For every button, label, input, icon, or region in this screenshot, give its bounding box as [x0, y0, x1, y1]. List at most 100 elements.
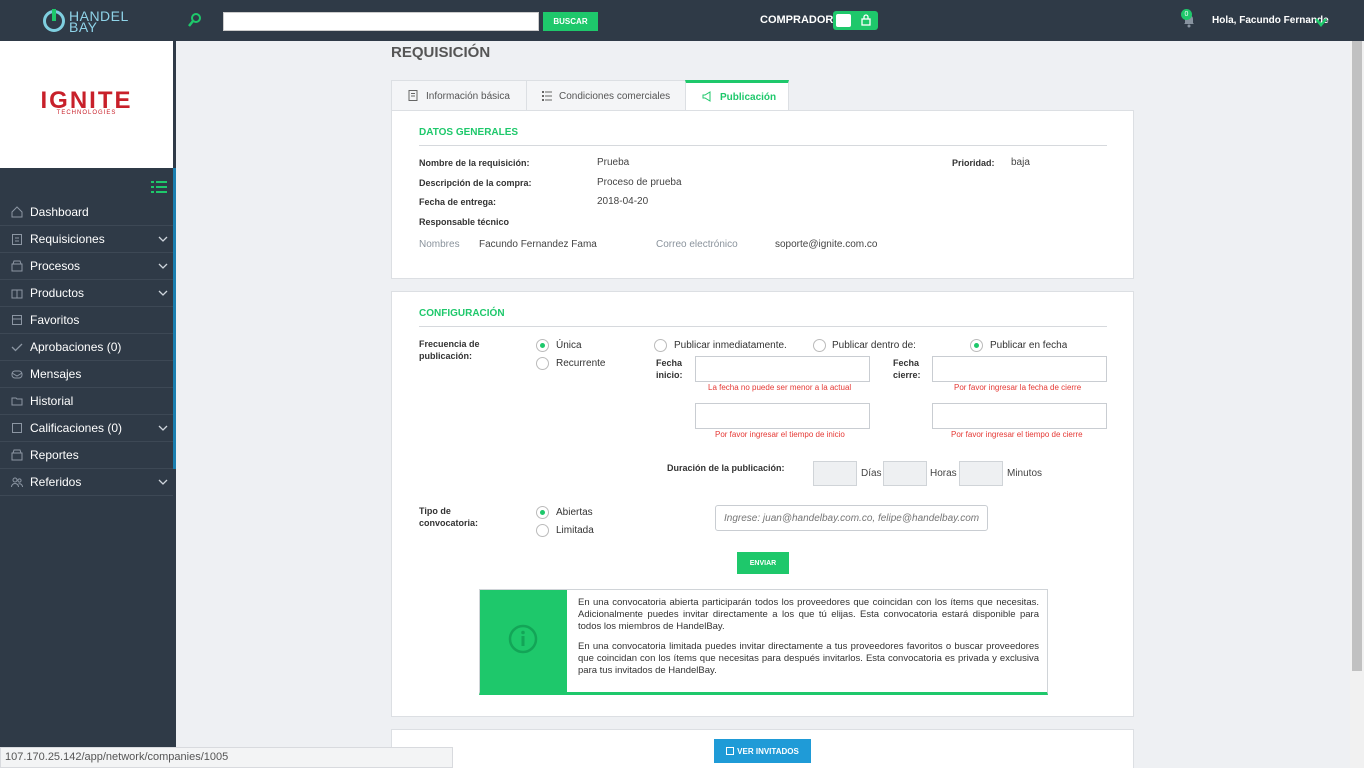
sidebar-item-historial[interactable]: Historial — [0, 388, 173, 415]
start-time-error: Por favor ingresar el tiempo de inicio — [715, 430, 845, 439]
mail-icon — [11, 370, 23, 379]
end-date-input[interactable] — [932, 356, 1107, 382]
frequency-recurrente-label: Recurrente — [556, 358, 606, 369]
duration-hours-input[interactable] — [883, 461, 927, 486]
duration-days-input[interactable] — [813, 461, 857, 486]
delivery-date-label: Fecha de entrega: — [419, 197, 497, 207]
divider — [419, 145, 1107, 146]
tab-label: Publicación — [720, 92, 777, 103]
info-box-sidebar — [480, 590, 567, 693]
sidebar-item-reportes[interactable]: Reportes — [0, 442, 173, 469]
publish-on-date-radio[interactable] — [970, 339, 983, 352]
divider — [419, 326, 1107, 327]
invited-card: VER INVITADOS — [391, 729, 1134, 768]
chevron-down-icon[interactable] — [158, 235, 168, 243]
sidebar-item-productos[interactable]: Productos — [0, 280, 173, 307]
menu-toggle-icon[interactable] — [151, 180, 167, 194]
sidebar-accent-bar — [173, 168, 176, 469]
send-button[interactable]: ENVIAR — [737, 552, 789, 574]
tab-label: Información básica — [426, 91, 510, 102]
end-time-input[interactable] — [932, 403, 1107, 429]
users-icon — [11, 477, 23, 488]
sidebar-item-label: Calificaciones (0) — [30, 421, 123, 435]
check-icon — [11, 343, 23, 352]
chevron-down-icon[interactable] — [158, 262, 168, 270]
general-data-card: DATOS GENERALES Nombre de la requisición… — [391, 110, 1134, 279]
megaphone-icon — [702, 91, 711, 102]
publish-within-radio[interactable] — [813, 339, 826, 352]
end-date-label-line2: cierre: — [893, 370, 921, 380]
duration-minutes-input[interactable] — [959, 461, 1003, 486]
duration-label: Duración de la publicación: — [667, 463, 785, 473]
sidebar-item-favoritos[interactable]: Favoritos — [0, 307, 173, 334]
sidebar-item-procesos[interactable]: Procesos — [0, 253, 173, 280]
call-type-limitada-radio[interactable] — [536, 524, 549, 537]
notifications-button[interactable]: 0 — [1181, 9, 1197, 28]
frequency-recurrente-radio[interactable] — [536, 357, 549, 370]
call-type-label-line1: Tipo de — [419, 506, 451, 516]
sidebar-item-requisiciones[interactable]: Requisiciones — [0, 226, 173, 253]
description-value: Proceso de prueba — [597, 177, 682, 188]
start-date-label-line2: inicio: — [656, 370, 683, 380]
logo-mark-icon — [43, 9, 65, 32]
tab-label: Condiciones comerciales — [559, 91, 671, 102]
names-label: Nombres — [419, 239, 460, 250]
sidebar-item-label: Procesos — [30, 259, 81, 273]
tab-publicacion[interactable]: Publicación — [685, 80, 789, 111]
report-icon — [11, 449, 23, 461]
buyer-mode-toggle[interactable] — [833, 11, 878, 30]
sidebar: IGNITE TECHNOLOGIES Dashboard Requisicion… — [0, 41, 176, 768]
sidebar-item-mensajes[interactable]: Mensajes — [0, 361, 173, 388]
publish-immediately-radio[interactable] — [654, 339, 667, 352]
publish-immediately-label: Publicar inmediatamente. — [674, 340, 787, 351]
sidebar-item-label: Requisiciones — [30, 232, 105, 246]
scrollbar[interactable] — [1350, 41, 1364, 768]
frequency-unica-radio[interactable] — [536, 339, 549, 352]
call-type-limitada-label: Limitada — [556, 525, 594, 536]
chevron-down-icon[interactable] — [1315, 17, 1327, 27]
invite-emails-input[interactable] — [715, 505, 988, 531]
mode-label: COMPRADOR — [760, 14, 834, 26]
scrollbar-thumb[interactable] — [1352, 41, 1362, 671]
info-open-call-text: En una convocatoria abierta participarán… — [578, 597, 1039, 632]
sidebar-item-label: Mensajes — [30, 367, 82, 381]
requisition-name-label: Nombre de la requisición: — [419, 158, 530, 168]
sidebar-item-dashboard[interactable]: Dashboard — [0, 199, 173, 226]
top-bar: HANDEL BAY BUSCAR COMPRADOR 0 Hola, Facu… — [0, 0, 1364, 41]
sidebar-item-label: Historial — [30, 394, 74, 408]
info-box: En una convocatoria abierta participarán… — [479, 589, 1048, 695]
search-input[interactable] — [223, 12, 539, 31]
list-icon — [542, 91, 552, 101]
package-icon — [11, 289, 23, 299]
user-greeting[interactable]: Hola, Facundo Fernande — [1212, 15, 1329, 26]
chevron-down-icon[interactable] — [158, 424, 168, 432]
view-invited-label: VER INVITADOS — [737, 746, 799, 756]
sidebar-item-calificaciones[interactable]: Calificaciones (0) — [0, 415, 173, 442]
sidebar-menu: Dashboard Requisiciones Procesos Productos F… — [0, 199, 173, 496]
tab-condiciones-comerciales[interactable]: Condiciones comerciales — [526, 80, 686, 111]
frequency-label-line1: Frecuencia de — [419, 339, 480, 349]
chevron-down-icon[interactable] — [158, 289, 168, 297]
hours-label: Horas — [930, 468, 957, 479]
chevron-down-icon[interactable] — [158, 478, 168, 486]
start-date-error: La fecha no puede ser menor a la actual — [708, 383, 852, 392]
days-label: Días — [861, 468, 882, 479]
search-icon[interactable] — [187, 12, 203, 28]
logo-text-line2: BAY — [69, 19, 98, 35]
tab-informacion-basica[interactable]: Información básica — [391, 80, 527, 111]
status-url-bar: 107.170.25.142/app/network/companies/100… — [0, 747, 453, 768]
end-date-label-line1: Fecha — [893, 358, 920, 368]
call-type-abiertas-radio[interactable] — [536, 506, 549, 519]
handelbay-logo[interactable]: HANDEL BAY — [43, 8, 143, 35]
start-date-input[interactable] — [695, 356, 870, 382]
search-button[interactable]: BUSCAR — [543, 12, 598, 31]
priority-label: Prioridad: — [952, 158, 995, 168]
sidebar-item-referidos[interactable]: Referidos — [0, 469, 173, 496]
folder-icon — [11, 397, 23, 406]
sidebar-item-aprobaciones[interactable]: Aprobaciones (0) — [0, 334, 173, 361]
view-invited-button[interactable]: VER INVITADOS — [714, 739, 811, 763]
start-time-input[interactable] — [695, 403, 870, 429]
end-time-error: Por favor ingresar el tiempo de cierre — [951, 430, 1083, 439]
section-title: CONFIGURACIÓN — [419, 308, 505, 319]
requisition-name-value: Prueba — [597, 157, 630, 168]
